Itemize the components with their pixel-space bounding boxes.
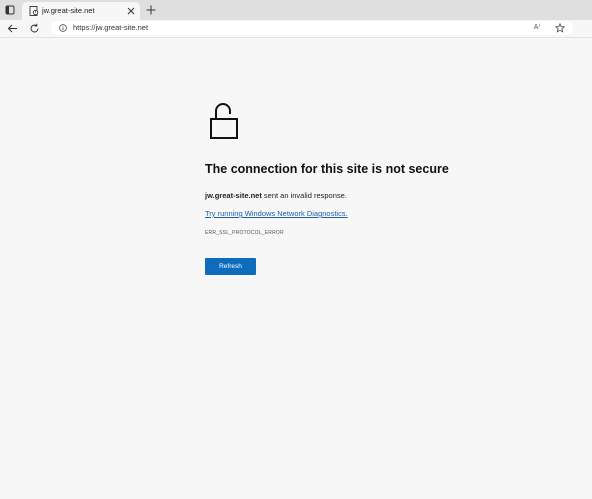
diagnostics-link-period: . [345, 209, 348, 218]
tab-actions-button[interactable] [4, 4, 16, 16]
page-favicon-icon [29, 6, 39, 16]
tab-strip: jw.great-site.net [0, 0, 592, 20]
info-icon[interactable] [59, 24, 67, 32]
refresh-button[interactable]: Refresh [205, 258, 256, 275]
new-tab-plus-icon[interactable] [146, 5, 156, 15]
browser-toolbar: https://jw.great-site.net A⁾ [0, 20, 592, 38]
tab-active[interactable]: jw.great-site.net [22, 2, 140, 20]
read-aloud-icon[interactable]: A⁾ [531, 23, 543, 33]
error-page: The connection for this site is not secu… [0, 38, 592, 499]
address-bar[interactable]: https://jw.great-site.net A⁾ [51, 21, 573, 35]
star-icon[interactable] [555, 23, 565, 33]
error-description-text: sent an invalid response. [261, 191, 347, 200]
diagnostics-link-text[interactable]: Try running Windows Network Diagnostics [205, 209, 346, 218]
browser-window: jw.great-site.net https://jw.great-site.… [0, 0, 592, 499]
error-title: The connection for this site is not secu… [205, 162, 449, 176]
network-diagnostics-link[interactable]: Try running Windows Network Diagnostics. [205, 209, 348, 218]
reload-icon[interactable] [29, 23, 40, 34]
back-arrow-icon[interactable] [7, 23, 18, 34]
error-host: jw.great-site.net [205, 191, 262, 200]
url-text[interactable]: https://jw.great-site.net [73, 23, 148, 32]
tab-close-icon[interactable] [127, 7, 135, 15]
tab-actions-icon [5, 5, 15, 15]
error-code: ERR_SSL_PROTOCOL_ERROR [205, 230, 284, 236]
unlocked-padlock-icon [210, 103, 238, 139]
error-description: jw.great-site.net sent an invalid respon… [205, 191, 347, 200]
tab-title: jw.great-site.net [42, 6, 95, 15]
